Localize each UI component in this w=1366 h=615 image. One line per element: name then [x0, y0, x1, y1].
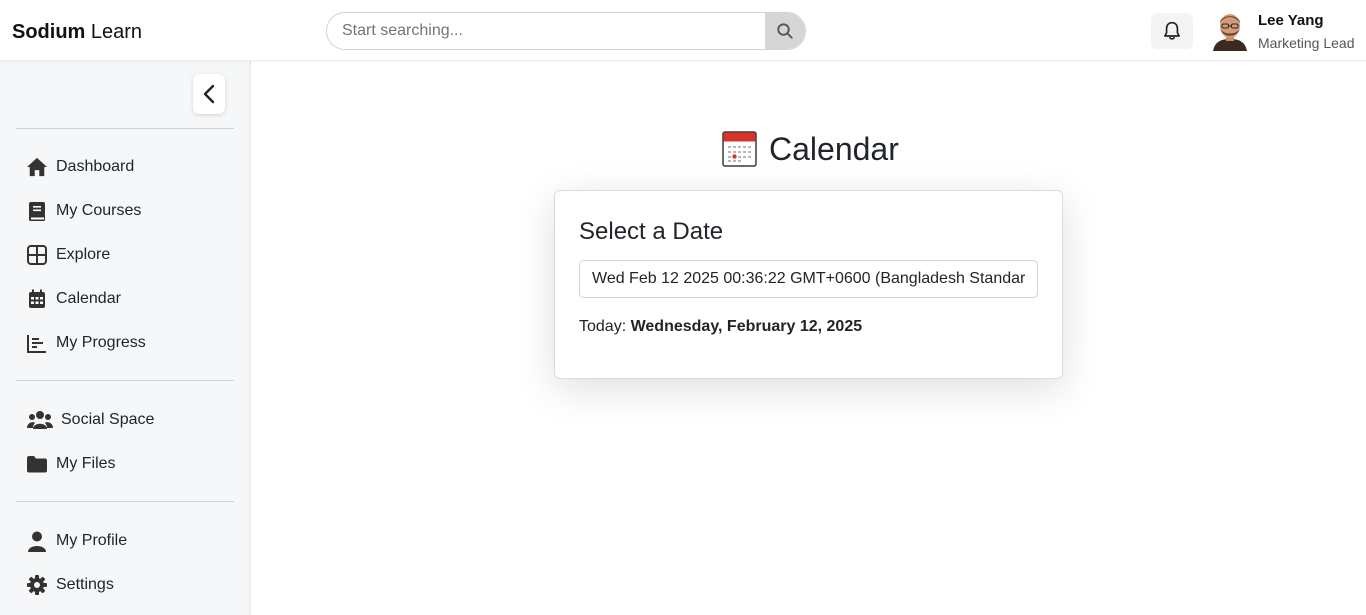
- sidebar-divider: [16, 501, 234, 502]
- sidebar-divider: [16, 380, 234, 381]
- app-logo[interactable]: Sodium Learn: [12, 20, 142, 44]
- sidebar-divider: [16, 128, 234, 129]
- sidebar-item-dashboard[interactable]: Dashboard: [26, 154, 134, 180]
- sidebar-item-label: Settings: [56, 576, 114, 593]
- sidebar-item-label: Social Space: [61, 411, 155, 428]
- chevron-left-icon: [203, 84, 215, 104]
- sidebar-item-social-space[interactable]: Social Space: [26, 407, 154, 433]
- search-bar: [326, 12, 806, 50]
- sidebar-item-label: Calendar: [56, 290, 121, 307]
- bell-icon: [1164, 21, 1180, 40]
- calendar-emoji-icon: [722, 131, 757, 167]
- sidebar-item-my-files[interactable]: My Files: [26, 451, 116, 477]
- card-title: Select a Date: [579, 218, 724, 245]
- home-icon: [26, 156, 48, 178]
- notifications-button[interactable]: [1151, 13, 1193, 49]
- avatar[interactable]: [1211, 11, 1249, 51]
- date-picker-card: Select a Date Today: Wednesday, February…: [554, 190, 1063, 379]
- search-input[interactable]: [327, 13, 767, 49]
- folder-icon: [26, 453, 48, 475]
- user-name: Lee Yang: [1258, 12, 1324, 29]
- date-input[interactable]: [579, 260, 1038, 298]
- search-button[interactable]: [765, 13, 805, 49]
- sidebar-item-my-courses[interactable]: My Courses: [26, 198, 141, 224]
- user-icon: [26, 530, 48, 552]
- brand-name-bold: Sodium: [12, 21, 86, 43]
- sidebar-item-label: Explore: [56, 246, 111, 263]
- today-date: Wednesday, February 12, 2025: [630, 318, 863, 335]
- sidebar-item-label: My Courses: [56, 202, 142, 219]
- sidebar-item-label: My Progress: [56, 334, 146, 351]
- search-icon: [777, 23, 793, 39]
- sidebar: Dashboard My Courses Explore Calendar My…: [0, 61, 251, 615]
- collapse-sidebar-button[interactable]: [193, 74, 225, 114]
- sidebar-item-my-profile[interactable]: My Profile: [26, 528, 127, 554]
- today-label: Today:: [579, 318, 627, 335]
- page-title: Calendar: [722, 130, 899, 168]
- today-line: Today: Wednesday, February 12, 2025: [579, 318, 862, 336]
- sidebar-item-label: My Files: [56, 455, 116, 472]
- users-icon: [26, 409, 53, 431]
- sidebar-item-calendar[interactable]: Calendar: [26, 286, 121, 312]
- page-title-text: Calendar: [769, 131, 899, 167]
- calendar-icon: [26, 288, 48, 310]
- gear-icon: [26, 574, 48, 596]
- sidebar-item-explore[interactable]: Explore: [26, 242, 110, 268]
- brand-name-rest: Learn: [85, 21, 143, 43]
- grid-icon: [26, 244, 48, 266]
- sidebar-item-settings[interactable]: Settings: [26, 572, 114, 598]
- top-header: Sodium Learn Lee Yang Marketing Lead: [0, 0, 1366, 61]
- user-role: Marketing Lead: [1258, 35, 1355, 51]
- book-icon: [26, 200, 48, 222]
- sidebar-item-label: My Profile: [56, 532, 128, 549]
- chart-icon: [26, 332, 48, 354]
- sidebar-item-my-progress[interactable]: My Progress: [26, 330, 146, 356]
- sidebar-item-label: Dashboard: [56, 158, 135, 175]
